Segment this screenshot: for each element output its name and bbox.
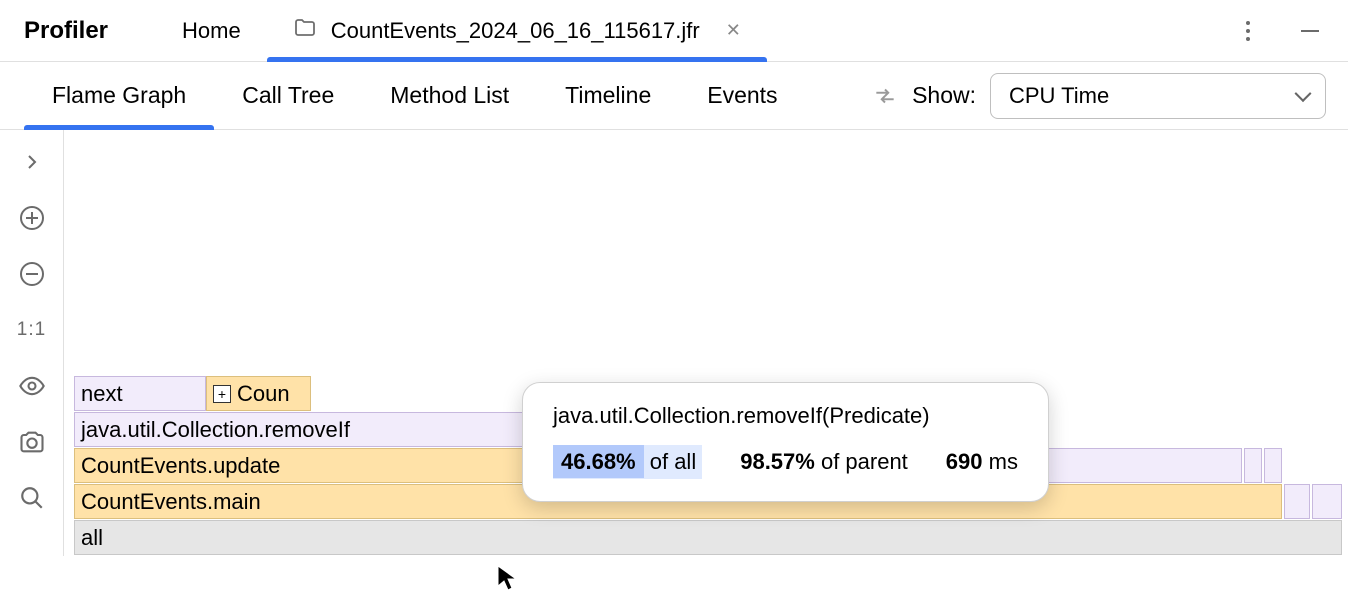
tooltip-pct-parent: 98.57% of parent <box>740 449 908 475</box>
zoom-out-icon[interactable] <box>16 258 48 290</box>
zoom-in-icon[interactable] <box>16 202 48 234</box>
search-icon[interactable] <box>16 482 48 514</box>
flame-bar[interactable] <box>1312 484 1342 519</box>
flame-tooltip: java.util.Collection.removeIf(Predicate)… <box>522 382 1049 502</box>
tab-label: Home <box>182 18 241 44</box>
flame-bar[interactable]: + Coun <box>206 376 311 411</box>
show-label: Show: <box>912 82 976 109</box>
subtab-timeline[interactable]: Timeline <box>537 62 679 129</box>
tab-file[interactable]: CountEvents_2024_06_16_115617.jfr ✕ <box>267 0 767 61</box>
tab-home[interactable]: Home <box>156 0 267 61</box>
close-icon[interactable]: ✕ <box>714 20 741 41</box>
flame-bar-label: Coun <box>237 381 290 407</box>
swap-filter-icon[interactable] <box>872 83 898 109</box>
flame-bar[interactable] <box>1264 448 1282 483</box>
show-select-value: CPU Time <box>1009 83 1109 109</box>
minimize-icon[interactable] <box>1296 17 1324 45</box>
tooltip-time: 690 ms <box>946 449 1018 475</box>
flame-bar-label: CountEvents.main <box>81 489 261 515</box>
flame-bar[interactable]: all <box>74 520 1342 555</box>
flame-bar-label: next <box>81 381 123 407</box>
expand-icon[interactable] <box>16 146 48 178</box>
camera-icon[interactable] <box>16 426 48 458</box>
subtab-call-tree[interactable]: Call Tree <box>214 62 362 129</box>
app-title: Profiler <box>24 17 156 45</box>
folder-icon <box>293 16 317 46</box>
flame-bar-label: java.util.Collection.removeIf <box>81 417 350 443</box>
flame-bar-label: all <box>81 525 103 551</box>
tooltip-title: java.util.Collection.removeIf(Predicate) <box>553 403 1018 429</box>
flame-bar[interactable] <box>1284 484 1310 519</box>
flame-graph-canvas[interactable]: next + Coun java.util.Collection.removeIf Co… <box>64 130 1348 556</box>
subtab-method-list[interactable]: Method List <box>362 62 537 129</box>
eye-icon[interactable] <box>16 370 48 402</box>
flame-bar-label: CountEvents.update <box>81 453 280 479</box>
subtab-flame-graph[interactable]: Flame Graph <box>24 62 214 129</box>
show-select[interactable]: CPU Time <box>990 73 1326 119</box>
subtab-events[interactable]: Events <box>679 62 805 129</box>
more-icon[interactable] <box>1234 17 1262 45</box>
cursor-icon <box>496 564 518 598</box>
flame-bar[interactable] <box>1244 448 1262 483</box>
scale-reset[interactable]: 1:1 <box>16 314 48 346</box>
flame-bar[interactable]: next <box>74 376 206 411</box>
tooltip-pct-all: 46.68% of all <box>553 445 702 479</box>
expand-plus-icon[interactable]: + <box>213 385 231 403</box>
tab-label: CountEvents_2024_06_16_115617.jfr <box>331 18 700 44</box>
